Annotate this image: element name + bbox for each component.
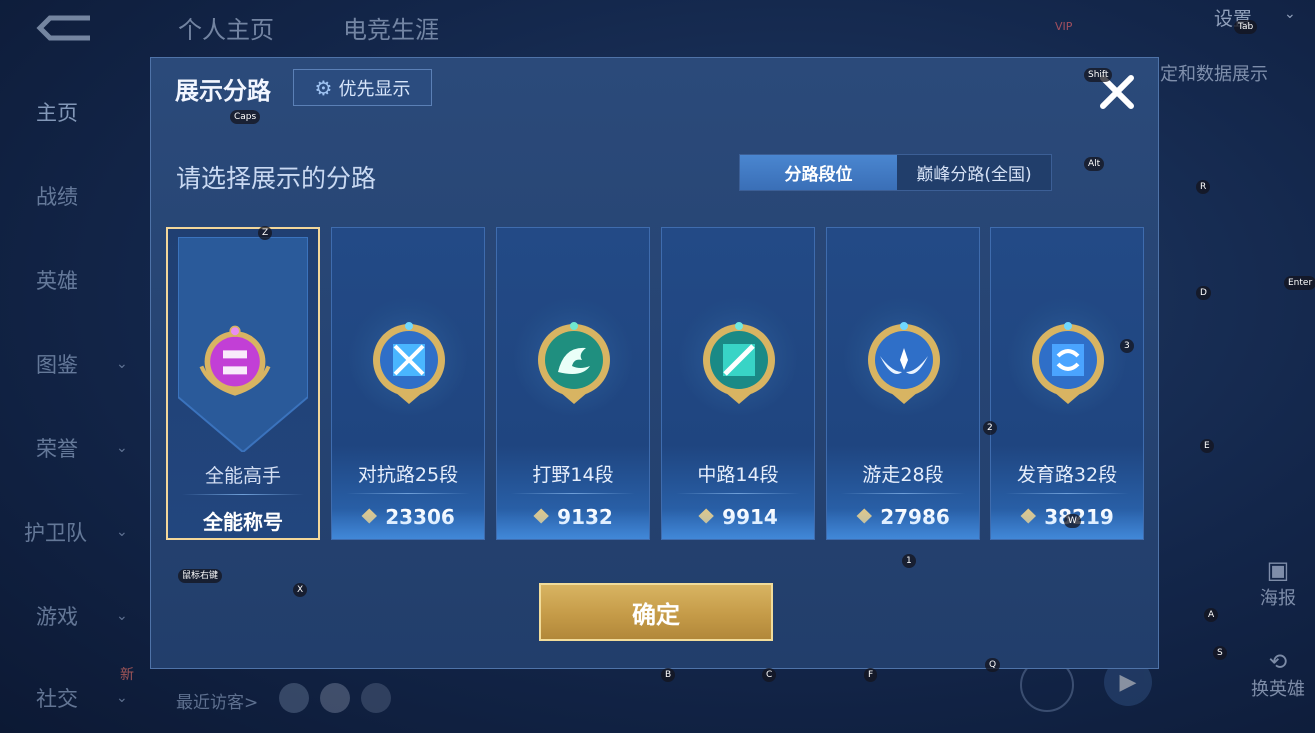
key-hint: Q <box>985 658 1001 672</box>
farm-lane-emblem-icon <box>1032 322 1104 404</box>
card-value: 全能称号 <box>168 506 318 535</box>
key-hint: Caps <box>230 110 261 124</box>
card-name: 中路14段 <box>697 464 779 486</box>
tab-lane-rank[interactable]: 分路段位 <box>740 155 897 190</box>
poster-label: 海报 <box>1260 588 1296 609</box>
key-hint: 3 <box>1120 339 1134 353</box>
hero-swap-icon: ⟲ <box>1268 650 1288 675</box>
key-hint: Tab <box>1234 20 1258 34</box>
card-divider <box>182 494 304 495</box>
sidebar-item-home[interactable]: 主页 <box>0 92 150 132</box>
key-hint: R <box>1196 180 1211 194</box>
sidebar-item-record[interactable]: 战绩 <box>0 176 150 216</box>
key-hint: W <box>1064 514 1081 528</box>
key-hint: Shift <box>1084 68 1113 82</box>
card-name: 打野14段 <box>532 464 614 486</box>
jungle-emblem-icon <box>538 322 610 404</box>
sidebar-item-label: 图鉴 <box>36 353 78 377</box>
all-round-emblem-icon <box>199 325 271 396</box>
visitor-avatar[interactable] <box>279 683 309 713</box>
modal-title: 展示分路 <box>175 77 271 105</box>
sidebar-item-label: 英雄 <box>36 269 78 293</box>
priority-display-button[interactable]: ⚙ 优先显示 <box>293 69 432 106</box>
key-hint: 鼠标右键 <box>178 569 223 583</box>
card-name: 对抗路25段 <box>357 464 459 486</box>
key-hint: S <box>1213 646 1227 660</box>
change-hero-button[interactable]: ⟲ 换英雄 <box>1244 650 1312 701</box>
tab-personal-home[interactable]: 个人主页 <box>178 10 274 45</box>
lane-card-jungle[interactable]: 打野14段 ⯁9132 <box>496 227 650 540</box>
key-hint: D <box>1196 286 1211 300</box>
key-hint: E <box>1200 439 1214 453</box>
dropdown-chevron-icon[interactable]: ⌄ <box>1284 6 1296 22</box>
data-display-label: 定和数据展示 <box>1160 64 1268 85</box>
lane-card-roam[interactable]: 游走28段 ⯁27986 <box>826 227 980 540</box>
roam-emblem-icon <box>868 322 940 404</box>
priority-display-label: 优先显示 <box>338 78 411 100</box>
sidebar-item-codex[interactable]: 图鉴 ⌄ <box>0 344 150 384</box>
sidebar-item-label: 主页 <box>36 101 78 125</box>
change-hero-label: 换英雄 <box>1251 679 1305 700</box>
sidebar-item-label: 社交 <box>36 687 78 711</box>
card-divider <box>1005 493 1129 494</box>
key-hint: A <box>1204 608 1219 622</box>
key-hint: 1 <box>902 554 916 568</box>
mid-lane-emblem-icon <box>703 322 775 404</box>
card-divider <box>346 493 470 494</box>
key-hint: F <box>864 668 878 682</box>
card-divider <box>676 493 800 494</box>
card-name: 发育路32段 <box>1016 464 1118 486</box>
gear-icon: ⚙ <box>314 75 333 100</box>
poster-button[interactable]: ▣ 海报 <box>1256 556 1300 610</box>
lane-card-all-round[interactable]: 全能高手 全能称号 <box>166 227 320 540</box>
visitor-avatar[interactable] <box>361 683 391 713</box>
clash-lane-emblem-icon <box>373 322 445 404</box>
sidebar-item-label: 游戏 <box>36 605 78 629</box>
card-value-text: 全能称号 <box>203 510 283 534</box>
new-badge: 新 <box>120 667 134 683</box>
lane-card-farm[interactable]: 发育路32段 ⯁38219 <box>990 227 1144 540</box>
chevron-down-icon: ⌄ <box>116 356 128 372</box>
chevron-down-icon: ⌄ <box>116 690 128 706</box>
sidebar-item-social[interactable]: 社交 ⌄ <box>0 678 150 718</box>
key-hint: C <box>762 668 777 682</box>
poster-icon: ▣ <box>1266 556 1290 584</box>
key-hint: B <box>661 668 676 682</box>
key-hint: Enter <box>1284 276 1315 290</box>
sidebar-item-label: 荣誉 <box>36 437 78 461</box>
sidebar-item-label: 护卫队 <box>24 521 87 545</box>
visitor-avatar[interactable] <box>320 683 350 713</box>
selection-prompt: 请选择展示的分路 <box>176 164 377 193</box>
chevron-down-icon: ⌄ <box>116 524 128 540</box>
sidebar-item-label: 战绩 <box>36 185 78 209</box>
key-hint: 2 <box>983 421 997 435</box>
back-button[interactable] <box>30 10 96 44</box>
card-glow <box>662 509 814 539</box>
lane-card-mid[interactable]: 中路14段 ⯁9914 <box>661 227 815 540</box>
lane-view-toggle: 分路段位 巅峰分路(全国) <box>739 154 1052 191</box>
sidebar-item-hero[interactable]: 英雄 <box>0 260 150 300</box>
sidebar-item-game[interactable]: 游戏 ⌄ <box>0 596 150 636</box>
card-divider <box>511 493 635 494</box>
tab-esports-career[interactable]: 电竞生涯 <box>343 10 439 45</box>
card-glow <box>332 509 484 539</box>
chevron-down-icon: ⌄ <box>116 440 128 456</box>
confirm-button[interactable]: 确定 <box>539 583 773 641</box>
tab-peak-lane[interactable]: 巅峰分路(全国) <box>897 155 1051 190</box>
card-divider <box>841 493 965 494</box>
card-glow <box>497 509 649 539</box>
card-name: 全能高手 <box>204 465 281 487</box>
lane-card-clash[interactable]: 对抗路25段 ⯁23306 <box>331 227 485 540</box>
sidebar-item-guard[interactable]: 护卫队 ⌄ <box>0 512 150 552</box>
vip-badge: VIP <box>1055 20 1073 33</box>
card-name: 游走28段 <box>862 464 944 486</box>
sidebar-item-honor[interactable]: 荣誉 ⌄ <box>0 428 150 468</box>
chevron-down-icon: ⌄ <box>116 608 128 624</box>
recent-visitors-link[interactable]: 最近访客> <box>176 688 258 713</box>
back-arrow-icon <box>36 15 90 41</box>
key-hint: Alt <box>1084 157 1105 171</box>
card-glow <box>827 509 979 539</box>
